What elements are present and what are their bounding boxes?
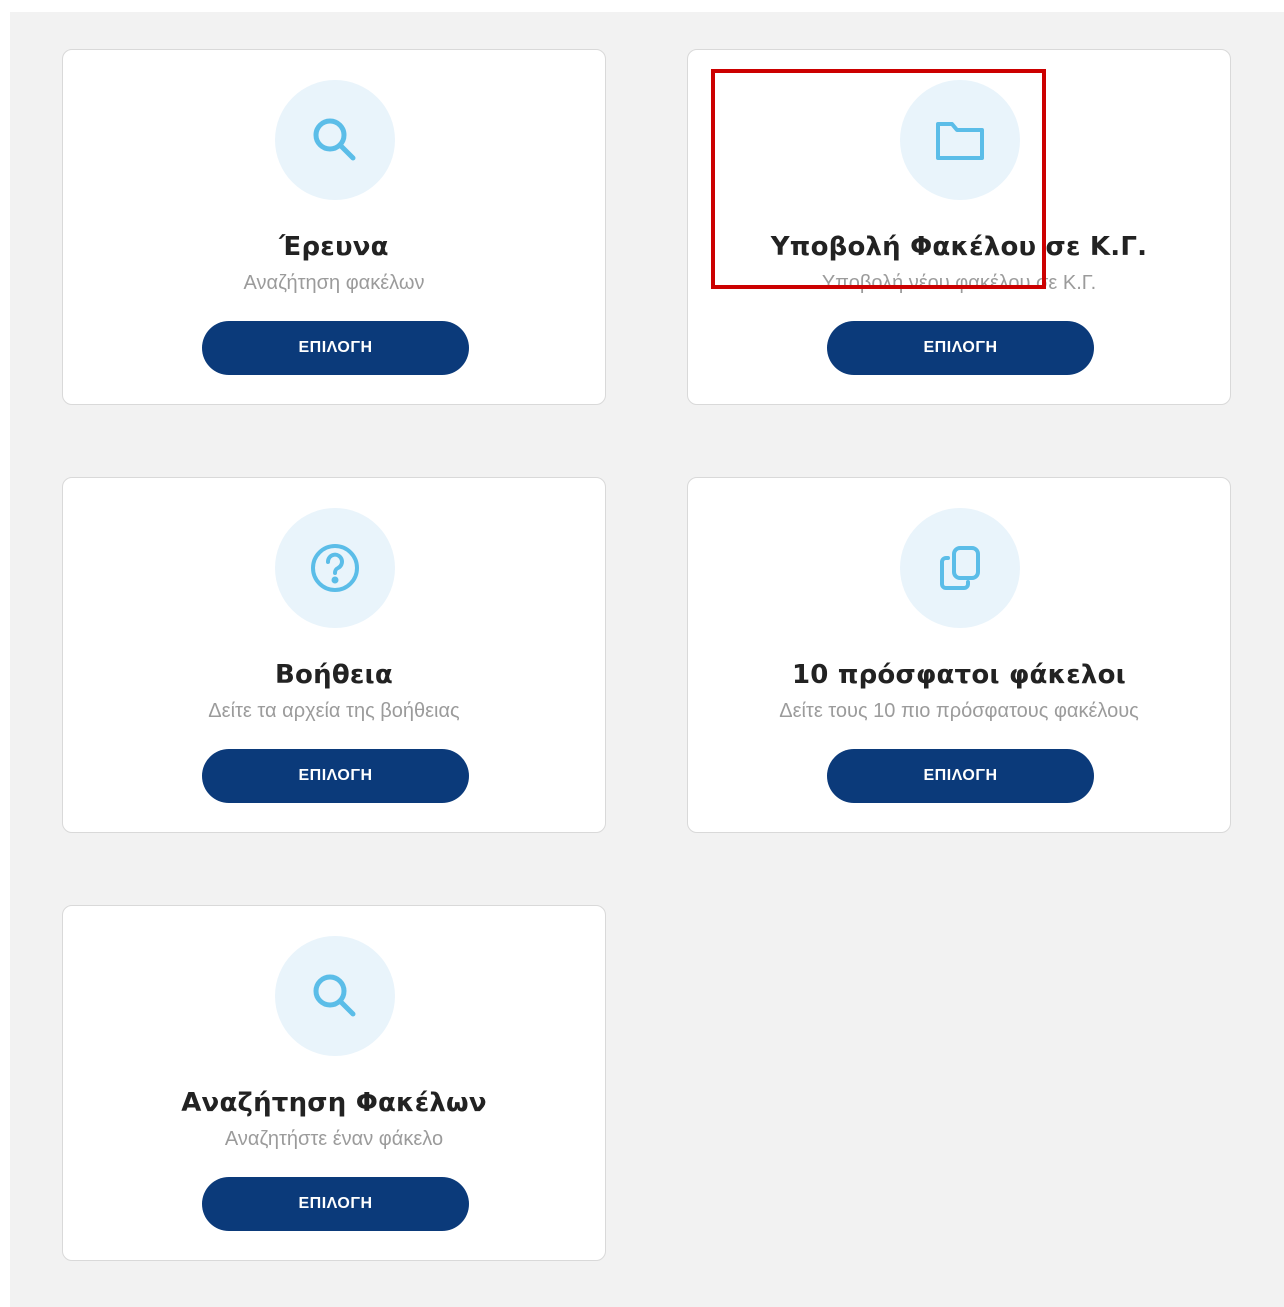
card-subtitle: Υποβολή νέου φακέλου σε Κ.Γ.	[821, 272, 1097, 294]
copy-icon	[900, 508, 1020, 628]
help-icon	[275, 508, 395, 628]
select-button-submit-folder[interactable]: ΕΠΙΛΟΓΗ	[827, 321, 1094, 375]
card-subtitle: Δείτε τους 10 πιο πρόσφατους φακέλους	[779, 700, 1139, 722]
card-title: Έρευνα	[279, 232, 389, 262]
card-subtitle: Αναζήτηση φακέλων	[243, 272, 425, 294]
card-submit-folder: Υποβολή Φακέλου σε Κ.Γ. Υποβολή νέου φακ…	[687, 49, 1231, 405]
search-icon	[275, 80, 395, 200]
search-icon	[275, 936, 395, 1056]
select-button-folder-search[interactable]: ΕΠΙΛΟΓΗ	[202, 1177, 469, 1231]
card-recent-folders: 10 πρόσφατοι φάκελοι Δείτε τους 10 πιο π…	[687, 477, 1231, 833]
select-button-help[interactable]: ΕΠΙΛΟΓΗ	[202, 749, 469, 803]
card-title: Βοήθεια	[275, 660, 393, 690]
folder-icon	[900, 80, 1020, 200]
card-research: Έρευνα Αναζήτηση φακέλων ΕΠΙΛΟΓΗ	[62, 49, 606, 405]
card-help: Βοήθεια Δείτε τα αρχεία της βοήθειας ΕΠΙ…	[62, 477, 606, 833]
card-title: Υποβολή Φακέλου σε Κ.Γ.	[770, 232, 1148, 262]
card-subtitle: Δείτε τα αρχεία της βοήθειας	[208, 700, 460, 722]
card-title: 10 πρόσφατοι φάκελοι	[792, 660, 1126, 690]
card-folder-search: Αναζήτηση Φακέλων Αναζητήστε έναν φάκελο…	[62, 905, 606, 1261]
card-title: Αναζήτηση Φακέλων	[181, 1088, 487, 1118]
card-subtitle: Αναζητήστε έναν φάκελο	[224, 1128, 444, 1150]
select-button-research[interactable]: ΕΠΙΛΟΓΗ	[202, 321, 469, 375]
select-button-recent-folders[interactable]: ΕΠΙΛΟΓΗ	[827, 749, 1094, 803]
